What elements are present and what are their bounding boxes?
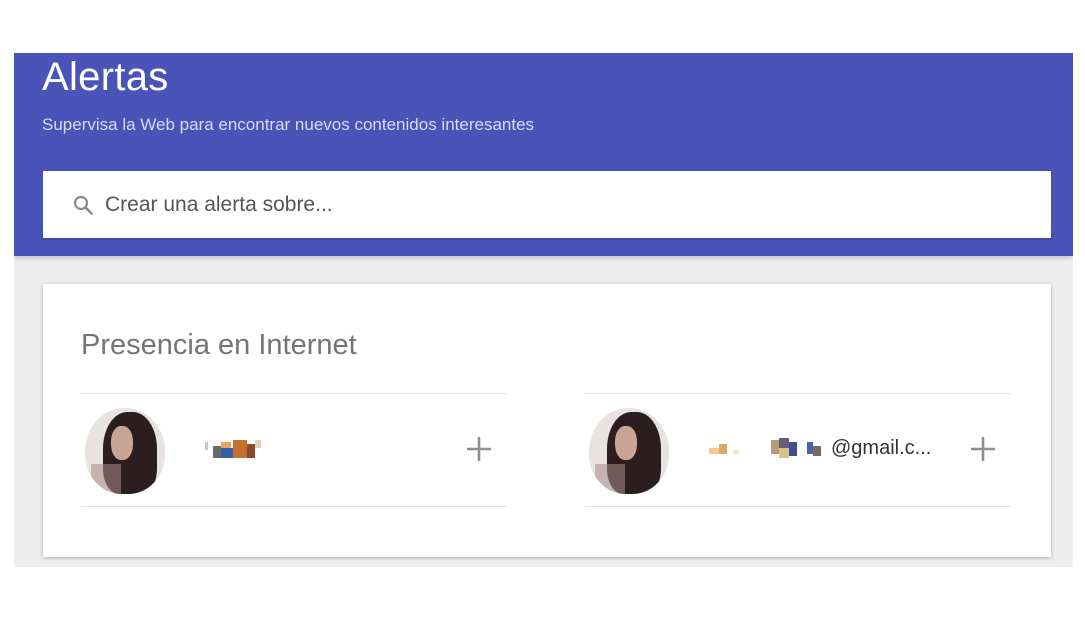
page-subtitle: Supervisa la Web para encontrar nuevos c…: [42, 115, 535, 134]
account-item[interactable]: @gmail.c...: [585, 393, 1011, 507]
account-item[interactable]: [81, 393, 507, 507]
page-title: Alertas: [42, 55, 169, 99]
create-alert-input[interactable]: [105, 171, 1035, 238]
account-email: @gmail.c...: [831, 437, 932, 459]
section-title: Presencia en Internet: [81, 329, 357, 361]
create-alert-search-box[interactable]: [43, 171, 1051, 238]
avatar: [85, 408, 165, 494]
account-label-redacted: [205, 438, 425, 462]
search-icon: [73, 195, 93, 215]
add-alert-plus-icon[interactable]: [461, 431, 497, 467]
alerts-page: Alertas Supervisa la Web para encontrar …: [14, 53, 1073, 567]
avatar: [589, 408, 669, 494]
alerts-header: Alertas Supervisa la Web para encontrar …: [14, 53, 1073, 256]
add-alert-plus-icon[interactable]: [965, 431, 1001, 467]
presence-card: Presencia en Internet @gmail.c...: [43, 284, 1051, 557]
